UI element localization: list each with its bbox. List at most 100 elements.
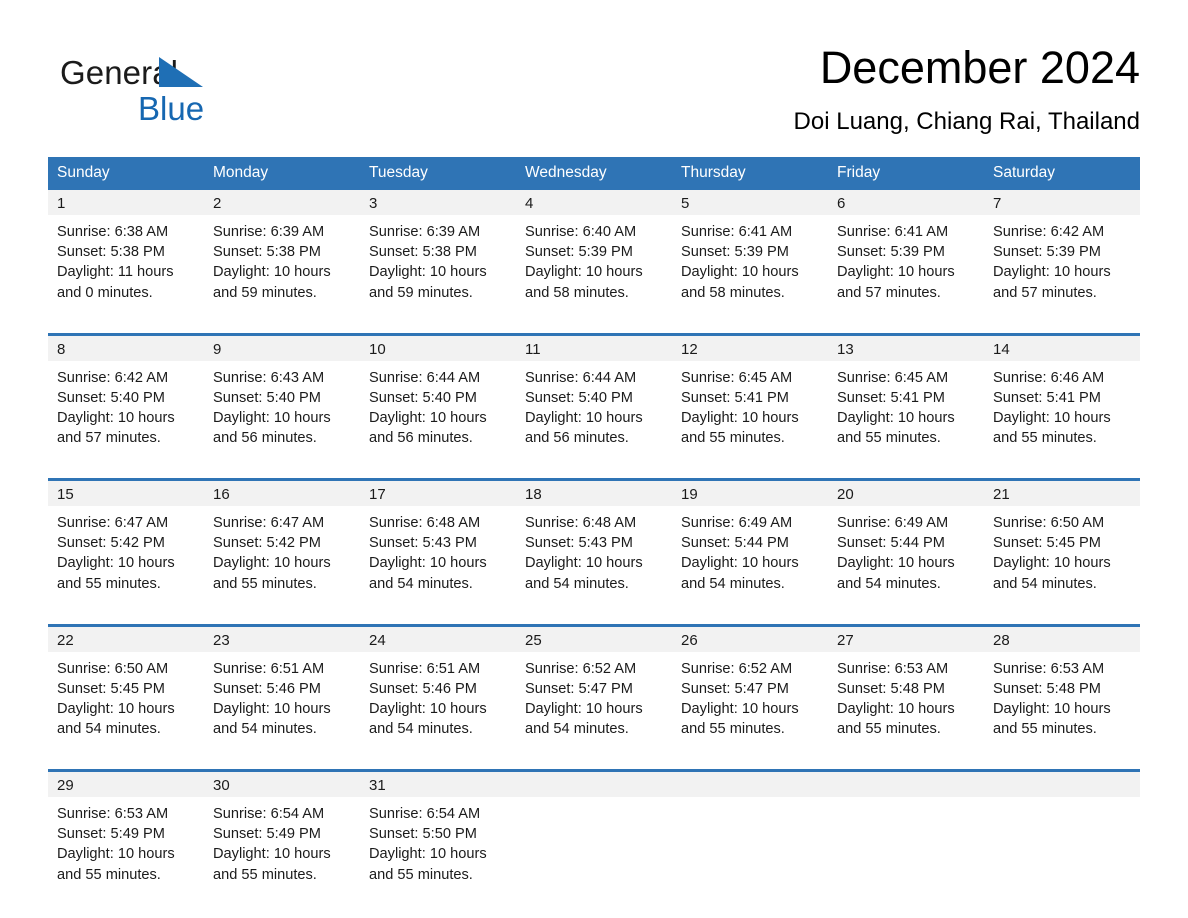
day-info: Sunrise: 6:39 AM Sunset: 5:38 PM Daylight:… (360, 215, 516, 303)
calendar-day-cell[interactable]: 12 Sunrise: 6:45 AM Sunset: 5:41 PM Dayligh… (672, 332, 828, 468)
day-info-sunset: Sunset: 5:43 PM (525, 535, 633, 552)
day-info-daylight-line2: and 0 minutes. (57, 284, 153, 301)
calendar-day-cell[interactable]: 8 Sunrise: 6:42 AM Sunset: 5:40 PM Daylight… (48, 332, 204, 468)
weekday-header-tuesday: Tuesday (360, 157, 516, 190)
day-info-daylight-line2: and 55 minutes. (213, 575, 317, 592)
day-cell-content (516, 772, 672, 904)
calendar-day-cell[interactable]: 4 Sunrise: 6:40 AM Sunset: 5:39 PM Daylight… (516, 190, 672, 322)
calendar-day-cell[interactable]: 22 Sunrise: 6:50 AM Sunset: 5:45 PM Dayligh… (48, 623, 204, 759)
calendar-week-row: 29 Sunrise: 6:53 AM Sunset: 5:49 PM Dayligh… (48, 769, 1140, 904)
day-info-sunrise: Sunrise: 6:53 AM (57, 806, 169, 822)
day-info-sunrise: Sunrise: 6:39 AM (213, 224, 325, 240)
day-info-sunrise: Sunrise: 6:50 AM (993, 515, 1105, 531)
day-number: 15 (48, 481, 204, 506)
day-info-daylight-line1: Daylight: 10 hours (525, 555, 643, 572)
calendar-day-cell[interactable]: 20 Sunrise: 6:49 AM Sunset: 5:44 PM Dayligh… (828, 478, 984, 613)
day-info-daylight-line1: Daylight: 10 hours (213, 409, 331, 426)
calendar-week-row: 8 Sunrise: 6:42 AM Sunset: 5:40 PM Daylight… (48, 332, 1140, 468)
day-info: Sunrise: 6:48 AM Sunset: 5:43 PM Daylight:… (360, 506, 516, 594)
day-info-sunset: Sunset: 5:39 PM (525, 244, 633, 261)
day-info-daylight-line2: and 54 minutes. (369, 721, 473, 738)
day-number: 6 (828, 190, 984, 215)
day-info-sunset: Sunset: 5:39 PM (681, 244, 789, 261)
day-info-daylight-line2: and 55 minutes. (837, 721, 941, 738)
calendar-day-cell[interactable]: 18 Sunrise: 6:48 AM Sunset: 5:43 PM Dayligh… (516, 478, 672, 613)
day-info: Sunrise: 6:45 AM Sunset: 5:41 PM Daylight:… (672, 361, 828, 449)
day-info-sunrise: Sunrise: 6:47 AM (213, 515, 325, 531)
calendar-day-cell[interactable]: 9 Sunrise: 6:43 AM Sunset: 5:40 PM Daylight… (204, 332, 360, 468)
day-info-daylight-line2: and 54 minutes. (993, 575, 1097, 592)
calendar-day-cell[interactable]: 11 Sunrise: 6:44 AM Sunset: 5:40 PM Dayligh… (516, 332, 672, 468)
calendar-day-cell[interactable]: 31 Sunrise: 6:54 AM Sunset: 5:50 PM Dayligh… (360, 769, 516, 904)
calendar-day-cell[interactable]: 17 Sunrise: 6:48 AM Sunset: 5:43 PM Dayligh… (360, 478, 516, 613)
day-number (984, 772, 1140, 797)
day-cell-content: 11 Sunrise: 6:44 AM Sunset: 5:40 PM Dayligh… (516, 335, 672, 468)
day-cell-content: 30 Sunrise: 6:54 AM Sunset: 5:49 PM Dayligh… (204, 772, 360, 904)
calendar-day-cell[interactable]: 24 Sunrise: 6:51 AM Sunset: 5:46 PM Dayligh… (360, 623, 516, 759)
week-spacer (48, 613, 1140, 625)
calendar-day-cell[interactable]: 26 Sunrise: 6:52 AM Sunset: 5:47 PM Dayligh… (672, 623, 828, 759)
weekday-header-thursday: Thursday (672, 157, 828, 190)
day-number: 21 (984, 481, 1140, 506)
day-info-sunrise: Sunrise: 6:45 AM (837, 369, 949, 386)
day-info-daylight-line2: and 55 minutes. (369, 866, 473, 883)
day-info-daylight-line1: Daylight: 10 hours (837, 264, 955, 281)
calendar-day-cell[interactable]: 19 Sunrise: 6:49 AM Sunset: 5:44 PM Dayligh… (672, 478, 828, 613)
calendar-header-row: Sunday Monday Tuesday Wednesday Thursday… (48, 157, 1140, 190)
calendar-day-cell[interactable]: 16 Sunrise: 6:47 AM Sunset: 5:42 PM Dayligh… (204, 478, 360, 613)
general-blue-logo[interactable]: General Blue (60, 54, 360, 134)
calendar-day-cell[interactable]: 30 Sunrise: 6:54 AM Sunset: 5:49 PM Dayligh… (204, 769, 360, 904)
day-info-sunset: Sunset: 5:44 PM (837, 535, 945, 552)
calendar-day-cell[interactable]: 3 Sunrise: 6:39 AM Sunset: 5:38 PM Daylight… (360, 190, 516, 322)
day-number: 20 (828, 481, 984, 506)
day-number: 3 (360, 190, 516, 215)
day-info: Sunrise: 6:54 AM Sunset: 5:49 PM Daylight:… (204, 797, 360, 885)
calendar-day-cell[interactable]: 10 Sunrise: 6:44 AM Sunset: 5:40 PM Dayligh… (360, 332, 516, 468)
calendar-day-cell[interactable]: 28 Sunrise: 6:53 AM Sunset: 5:48 PM Dayligh… (984, 623, 1140, 759)
day-info-daylight-line2: and 57 minutes. (993, 284, 1097, 301)
day-number: 26 (672, 626, 828, 652)
calendar-day-cell[interactable]: 13 Sunrise: 6:45 AM Sunset: 5:41 PM Dayligh… (828, 332, 984, 468)
calendar-day-cell[interactable]: 6 Sunrise: 6:41 AM Sunset: 5:39 PM Daylight… (828, 190, 984, 322)
day-info-daylight-line1: Daylight: 10 hours (525, 409, 643, 426)
calendar-page: General Blue December 2024 Doi Luang, Ch… (0, 0, 1188, 918)
calendar-day-cell[interactable]: 15 Sunrise: 6:47 AM Sunset: 5:42 PM Dayligh… (48, 478, 204, 613)
day-info-sunset: Sunset: 5:40 PM (369, 389, 477, 406)
day-info-sunset: Sunset: 5:48 PM (993, 680, 1101, 697)
day-info-sunrise: Sunrise: 6:40 AM (525, 224, 637, 240)
calendar-day-cell[interactable]: 21 Sunrise: 6:50 AM Sunset: 5:45 PM Dayligh… (984, 478, 1140, 613)
day-cell-content: 26 Sunrise: 6:52 AM Sunset: 5:47 PM Dayligh… (672, 626, 828, 759)
day-info-daylight-line1: Daylight: 10 hours (681, 555, 799, 572)
day-info-daylight-line1: Daylight: 10 hours (837, 555, 955, 572)
day-cell-content: 16 Sunrise: 6:47 AM Sunset: 5:42 PM Dayligh… (204, 481, 360, 613)
day-cell-content: 24 Sunrise: 6:51 AM Sunset: 5:46 PM Dayligh… (360, 626, 516, 759)
day-cell-content: 18 Sunrise: 6:48 AM Sunset: 5:43 PM Dayligh… (516, 481, 672, 613)
day-cell-content: 3 Sunrise: 6:39 AM Sunset: 5:38 PM Daylight… (360, 190, 516, 322)
calendar-day-cell[interactable]: 2 Sunrise: 6:39 AM Sunset: 5:38 PM Daylight… (204, 190, 360, 322)
calendar-day-cell[interactable]: 5 Sunrise: 6:41 AM Sunset: 5:39 PM Daylight… (672, 190, 828, 322)
calendar-day-cell[interactable]: 27 Sunrise: 6:53 AM Sunset: 5:48 PM Dayligh… (828, 623, 984, 759)
calendar-day-cell[interactable]: 23 Sunrise: 6:51 AM Sunset: 5:46 PM Dayligh… (204, 623, 360, 759)
day-info-sunrise: Sunrise: 6:53 AM (837, 660, 949, 677)
day-info-sunset: Sunset: 5:48 PM (837, 680, 945, 697)
day-info: Sunrise: 6:40 AM Sunset: 5:39 PM Daylight:… (516, 215, 672, 303)
day-cell-content: 17 Sunrise: 6:48 AM Sunset: 5:43 PM Dayligh… (360, 481, 516, 613)
day-info: Sunrise: 6:54 AM Sunset: 5:50 PM Daylight:… (360, 797, 516, 885)
day-info-daylight-line1: Daylight: 10 hours (525, 700, 643, 717)
day-info-sunset: Sunset: 5:47 PM (525, 680, 633, 697)
day-info-sunrise: Sunrise: 6:42 AM (993, 224, 1105, 240)
day-number: 31 (360, 772, 516, 797)
calendar-day-cell[interactable]: 7 Sunrise: 6:42 AM Sunset: 5:39 PM Daylight… (984, 190, 1140, 322)
calendar-day-cell[interactable]: 14 Sunrise: 6:46 AM Sunset: 5:41 PM Dayligh… (984, 332, 1140, 468)
calendar-day-cell[interactable]: 29 Sunrise: 6:53 AM Sunset: 5:49 PM Dayligh… (48, 769, 204, 904)
day-info-daylight-line2: and 59 minutes. (213, 284, 317, 301)
weekday-header-wednesday: Wednesday (516, 157, 672, 190)
day-number: 7 (984, 190, 1140, 215)
calendar-day-cell[interactable]: 1 Sunrise: 6:38 AM Sunset: 5:38 PM Daylight… (48, 190, 204, 322)
day-info-daylight-line1: Daylight: 10 hours (369, 700, 487, 717)
day-info-sunset: Sunset: 5:44 PM (681, 535, 789, 552)
day-info-sunrise: Sunrise: 6:39 AM (369, 224, 481, 240)
day-info-daylight-line1: Daylight: 10 hours (369, 409, 487, 426)
calendar-day-cell[interactable]: 25 Sunrise: 6:52 AM Sunset: 5:47 PM Dayligh… (516, 623, 672, 759)
day-info-daylight-line2: and 55 minutes. (57, 575, 161, 592)
